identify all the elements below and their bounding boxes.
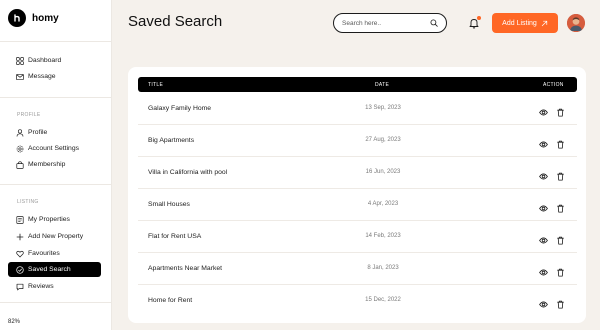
table-row: Villa in California with pool 16 Jun, 20…: [138, 157, 577, 189]
list-icon: [16, 215, 24, 224]
row-title[interactable]: Home for Rent: [148, 297, 192, 304]
gear-icon: [16, 145, 24, 152]
plus-icon: [16, 233, 24, 240]
column-action: ACTION: [543, 82, 564, 88]
mail-icon: [16, 73, 24, 80]
trash-icon[interactable]: [556, 232, 565, 245]
eye-icon[interactable]: [539, 168, 548, 180]
section-label-profile: PROFILE: [17, 112, 41, 118]
add-listing-button[interactable]: Add Listing: [492, 13, 558, 33]
row-title[interactable]: Galaxy Family Home: [148, 105, 211, 112]
sidebar-divider: [0, 184, 112, 185]
row-date: 4 Apr, 2023: [367, 201, 399, 207]
zoom-level: 82%: [8, 319, 21, 325]
trash-icon[interactable]: [556, 136, 565, 149]
search-box[interactable]: [333, 13, 447, 33]
eye-icon[interactable]: [539, 104, 548, 116]
column-date: DATE: [375, 82, 390, 88]
sidebar-item-label: Saved Search: [28, 266, 71, 273]
table-row: Apartments Near Market 8 Jan, 2023: [138, 253, 577, 285]
sidebar-item-my-properties[interactable]: My Properties: [8, 212, 101, 227]
sidebar-item-label: Account Settings: [28, 145, 80, 152]
row-title[interactable]: Big Apartments: [148, 137, 194, 144]
sidebar-item-dashboard[interactable]: Dashboard: [8, 53, 101, 68]
table-row: Home for Rent 15 Dec, 2022: [138, 285, 577, 317]
notification-dot: [477, 16, 481, 20]
chat-icon: [16, 283, 24, 290]
row-date: 14 Feb, 2023: [365, 233, 401, 239]
row-title[interactable]: Apartments Near Market: [148, 265, 222, 272]
eye-icon[interactable]: [539, 264, 548, 276]
row-date: 13 Sep, 2023: [365, 105, 401, 111]
search-input[interactable]: [342, 19, 427, 27]
row-date: 15 Dec, 2022: [365, 297, 401, 303]
row-date: 27 Aug, 2023: [365, 137, 401, 143]
trash-icon[interactable]: [556, 168, 565, 181]
section-label-listing: LISTING: [17, 199, 39, 205]
eye-icon[interactable]: [539, 200, 548, 212]
eye-icon[interactable]: [539, 232, 548, 244]
trash-icon[interactable]: [556, 296, 565, 309]
sidebar-item-reviews[interactable]: Reviews: [8, 279, 101, 294]
sidebar-item-add-new-property[interactable]: Add New Property: [8, 229, 101, 244]
sidebar-item-label: My Properties: [28, 216, 70, 223]
check-circle-icon: [16, 265, 24, 274]
bag-icon: [16, 160, 24, 169]
sidebar-item-label: Favourites: [28, 250, 60, 257]
eye-icon[interactable]: [539, 296, 548, 308]
row-date: 8 Jan, 2023: [367, 265, 399, 271]
trash-icon[interactable]: [556, 200, 565, 213]
trash-icon[interactable]: [556, 264, 565, 277]
row-title[interactable]: Villa in California with pool: [148, 169, 227, 176]
eye-icon[interactable]: [539, 136, 548, 148]
sidebar-item-label: Message: [28, 73, 56, 80]
row-date: 16 Jun, 2023: [365, 169, 401, 175]
sidebar-item-saved-search[interactable]: Saved Search: [8, 262, 101, 277]
sidebar-item-membership[interactable]: Membership: [8, 157, 101, 172]
table-row: Big Apartments 27 Aug, 2023: [138, 125, 577, 157]
arrow-up-right-icon: [541, 20, 547, 26]
homy-logo-icon: [8, 9, 26, 27]
row-title[interactable]: Flat for Rent USA: [148, 233, 201, 240]
sidebar-item-label: Add New Property: [28, 233, 84, 240]
sidebar: homy Dashboard Message PROFILE Profile A…: [0, 0, 112, 330]
sidebar-item-message[interactable]: Message: [8, 69, 101, 84]
table-header: TITLE DATE ACTION: [138, 77, 577, 92]
grid-icon: [16, 56, 24, 65]
row-title[interactable]: Small Houses: [148, 201, 190, 208]
sidebar-item-favourites[interactable]: Favourites: [8, 246, 101, 261]
avatar[interactable]: [567, 14, 585, 32]
sidebar-item-label: Dashboard: [28, 57, 62, 64]
trash-icon[interactable]: [556, 104, 565, 117]
brand[interactable]: homy: [8, 9, 59, 27]
sidebar-item-label: Profile: [28, 129, 48, 136]
sidebar-item-label: Membership: [28, 161, 66, 168]
page-title: Saved Search: [128, 13, 223, 30]
heart-icon: [16, 250, 24, 258]
sidebar-item-account-settings[interactable]: Account Settings: [8, 141, 101, 156]
table-row: Flat for Rent USA 14 Feb, 2023: [138, 221, 577, 253]
sidebar-item-profile[interactable]: Profile: [8, 125, 101, 140]
sidebar-item-label: Reviews: [28, 283, 54, 290]
sidebar-divider: [0, 302, 112, 303]
table-row: Galaxy Family Home 13 Sep, 2023: [138, 93, 577, 125]
user-icon: [16, 128, 24, 137]
table-row: Small Houses 4 Apr, 2023: [138, 189, 577, 221]
brand-name: homy: [32, 12, 59, 24]
search-icon[interactable]: [430, 19, 438, 27]
sidebar-divider: [0, 97, 112, 98]
sidebar-divider: [0, 41, 112, 42]
add-listing-label: Add Listing: [502, 19, 537, 27]
column-title: TITLE: [148, 82, 164, 88]
